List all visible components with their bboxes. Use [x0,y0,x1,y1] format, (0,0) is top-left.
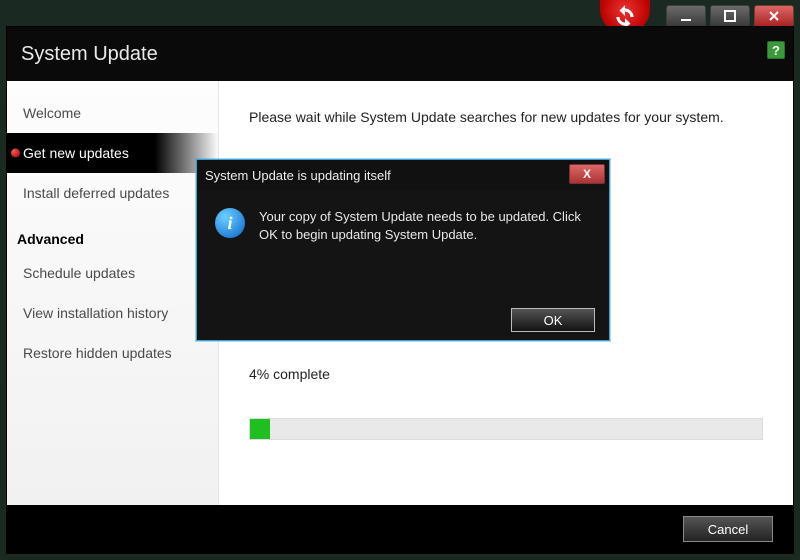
dialog-footer: OK [197,300,609,340]
minimize-button[interactable] [666,5,706,27]
sidebar-item-get-new-updates[interactable]: Get new updates [7,133,218,173]
progress-bar [249,418,763,440]
ok-button[interactable]: OK [511,308,595,332]
progress-percent-label: 4% complete [249,366,763,382]
dialog-titlebar: System Update is updating itself X [197,160,609,190]
sidebar-item-view-history[interactable]: View installation history [7,293,218,333]
sidebar-item-restore-hidden[interactable]: Restore hidden updates [7,333,218,373]
sidebar-item-install-deferred[interactable]: Install deferred updates [7,173,218,213]
sidebar-item-schedule-updates[interactable]: Schedule updates [7,253,218,293]
app-title: System Update [21,43,158,66]
progress-bar-fill [250,419,270,439]
dialog-close-button[interactable]: X [569,164,605,184]
instruction-text: Please wait while System Update searches… [249,109,763,125]
app-footer: Cancel [7,505,793,553]
info-icon: i [215,208,245,238]
self-update-dialog: System Update is updating itself X i You… [196,159,610,341]
sidebar-item-welcome[interactable]: Welcome [7,93,218,133]
dialog-title: System Update is updating itself [205,168,391,183]
sidebar-heading-advanced: Advanced [7,213,218,253]
help-icon[interactable]: ? [767,41,785,59]
sidebar: Welcome Get new updates Install deferred… [7,81,219,505]
cancel-button[interactable]: Cancel [683,516,773,542]
dialog-body: i Your copy of System Update needs to be… [197,190,609,300]
close-window-button[interactable] [754,5,794,27]
maximize-button[interactable] [710,5,750,27]
app-titlebar: System Update ? [7,27,793,81]
dialog-message: Your copy of System Update needs to be u… [259,208,591,243]
